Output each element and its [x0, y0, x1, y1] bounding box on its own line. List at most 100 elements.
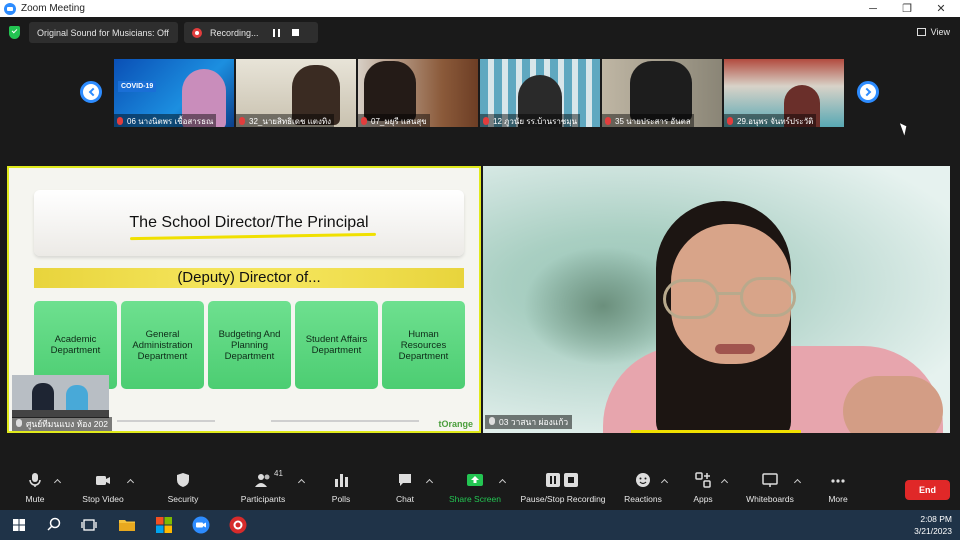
- recording-indicator: Recording...: [184, 22, 318, 43]
- video-camera-icon: [96, 476, 110, 485]
- gallery-prev-button[interactable]: [80, 81, 102, 103]
- stop-video-button[interactable]: Stop Video: [68, 472, 138, 508]
- participant-name: 06 นางนิตพร เชื้อสารธณ: [114, 114, 217, 127]
- chat-icon: [399, 474, 411, 486]
- participant-thumbnail[interactable]: 07_มยุรี แสนสุข: [358, 59, 478, 127]
- mic-muted-icon: [239, 117, 245, 125]
- office-app-icon[interactable]: [155, 516, 173, 534]
- file-explorer-icon[interactable]: [118, 516, 136, 534]
- maximize-button[interactable]: ❐: [890, 0, 924, 17]
- view-button[interactable]: View: [916, 27, 950, 37]
- apps-icon: [695, 472, 711, 488]
- zoom-logo-icon: [4, 2, 16, 15]
- polls-button[interactable]: Polls: [306, 472, 376, 508]
- participant-name-text: 06 นางนิตพร เชื้อสารธณ: [127, 116, 214, 126]
- slide-logo: tOrange: [438, 419, 473, 429]
- original-sound-toggle[interactable]: Original Sound for Musicians: Off: [29, 22, 178, 43]
- participant-thumbnail[interactable]: 35 นายประสาร อันตล: [602, 59, 722, 127]
- pause-stop-recording-button[interactable]: Pause/Stop Recording: [520, 472, 606, 508]
- more-dots-icon: [831, 479, 845, 483]
- meeting-toolbar: Mute Stop Video Security 41 Participants…: [0, 467, 960, 510]
- slide-title: The School Director/The Principal: [129, 214, 369, 231]
- clock-time: 2:08 PM: [920, 514, 952, 524]
- whiteboards-button[interactable]: Whiteboards: [735, 472, 805, 508]
- chat-button[interactable]: Chat: [370, 472, 440, 508]
- participants-icon: [255, 474, 270, 487]
- mic-muted-icon: [483, 117, 489, 125]
- slide-title-underline: [129, 232, 377, 241]
- screen-recorder-icon[interactable]: [229, 516, 247, 534]
- window-title: Zoom Meeting: [21, 3, 85, 14]
- gallery-next-button[interactable]: [857, 81, 879, 103]
- slide-deputy-banner: (Deputy) Director of...: [34, 268, 464, 288]
- shield-icon: [177, 473, 189, 487]
- microphone-icon: [29, 473, 41, 487]
- polls-icon: [335, 474, 348, 487]
- department-box: Student Affairs Department: [295, 301, 378, 389]
- active-speaker-video[interactable]: 03 วาสนา ผ่องแก้ว: [483, 166, 950, 433]
- pause-recording-icon[interactable]: [272, 28, 280, 37]
- stop-video-label: Stop Video: [82, 494, 124, 504]
- speaker-mouth: [715, 344, 755, 354]
- more-button[interactable]: More: [803, 472, 873, 508]
- end-meeting-button[interactable]: End: [905, 480, 950, 500]
- participant-video: [364, 61, 416, 121]
- mouse-cursor-icon: [899, 121, 910, 136]
- stop-recording-icon[interactable]: [291, 29, 299, 36]
- department-box: Budgeting And Planning Department: [208, 301, 291, 389]
- pause-stop-icon: [546, 473, 578, 487]
- recording-dot-icon: [192, 27, 202, 38]
- emoji-reaction-icon: [636, 473, 650, 487]
- security-button[interactable]: Security: [148, 472, 218, 508]
- participants-label: Participants: [240, 494, 286, 504]
- pause-stop-recording-label: Pause/Stop Recording: [520, 494, 606, 504]
- participants-count: 41: [274, 469, 283, 478]
- chevron-right-icon: [862, 87, 871, 97]
- participants-button[interactable]: 41 Participants: [228, 469, 298, 508]
- department-box: Human Resources Department: [382, 301, 465, 389]
- share-screen-icon: [467, 474, 483, 486]
- covid-overlay: COVID-19: [118, 81, 157, 92]
- participant-name: 32_นายสิทธิเดช แตงทิง: [236, 114, 335, 127]
- participant-video: [630, 61, 692, 121]
- windows-start-icon[interactable]: [10, 516, 28, 534]
- participant-name: 12 ภูวนัย รร.บ้านราชมุน: [480, 114, 581, 127]
- participant-name-text: 12 ภูวนัย รร.บ้านราชมุน: [493, 116, 578, 126]
- close-button[interactable]: ✕: [924, 0, 958, 17]
- chevron-left-icon: [88, 87, 97, 97]
- polls-label: Polls: [331, 494, 351, 504]
- slide-title-box: The School Director/The Principal: [34, 190, 464, 256]
- active-speaker-highlight: [631, 430, 801, 433]
- participants-options-caret-icon[interactable]: [297, 478, 306, 487]
- participant-thumbnail[interactable]: COVID-19 06 นางนิตพร เชื้อสารธณ: [114, 59, 234, 127]
- search-icon[interactable]: [45, 516, 63, 534]
- apps-button[interactable]: Apps: [668, 472, 738, 508]
- recording-label: Recording...: [210, 27, 259, 38]
- clock-date: 3/21/2023: [914, 526, 952, 536]
- participant-thumbnail[interactable]: 29.อนุพร จันทร์ประวัติ: [724, 59, 844, 127]
- task-view-icon[interactable]: [80, 516, 98, 534]
- minimize-button[interactable]: ─: [856, 0, 890, 17]
- glasses-lens: [663, 279, 719, 319]
- share-screen-label: Share Screen: [449, 494, 501, 504]
- participant-thumbnail[interactable]: 12 ภูวนัย รร.บ้านราชมุน: [480, 59, 600, 127]
- shared-screen[interactable]: The School Director/The Principal (Deput…: [7, 166, 481, 433]
- windows-taskbar: 2:08 PM 3/21/2023: [0, 510, 960, 540]
- mute-button[interactable]: Mute: [0, 472, 70, 508]
- chat-label: Chat: [396, 494, 414, 504]
- mic-muted-icon: [361, 117, 367, 125]
- security-shield-icon[interactable]: [9, 26, 20, 39]
- whiteboard-icon: [762, 473, 778, 487]
- system-clock[interactable]: 2:08 PM 3/21/2023: [914, 513, 952, 537]
- participant-thumbnail[interactable]: 32_นายสิทธิเดช แตงทิง: [236, 59, 356, 127]
- speaker-name-label: 03 วาสนา ผ่องแก้ว: [485, 415, 573, 429]
- more-label: More: [828, 494, 848, 504]
- zoom-app-icon[interactable]: [192, 516, 210, 534]
- participant-name: 35 นายประสาร อันตล: [602, 114, 694, 127]
- mic-muted-icon: [117, 117, 123, 125]
- participant-name: 07_มยุรี แสนสุข: [358, 114, 430, 127]
- mic-muted-icon: [605, 117, 611, 125]
- share-presenter-name-text: ศูนย์ทีมนแบง ห้อง 202: [26, 419, 108, 429]
- share-screen-button[interactable]: Share Screen: [440, 472, 510, 508]
- glasses-bridge: [717, 292, 741, 295]
